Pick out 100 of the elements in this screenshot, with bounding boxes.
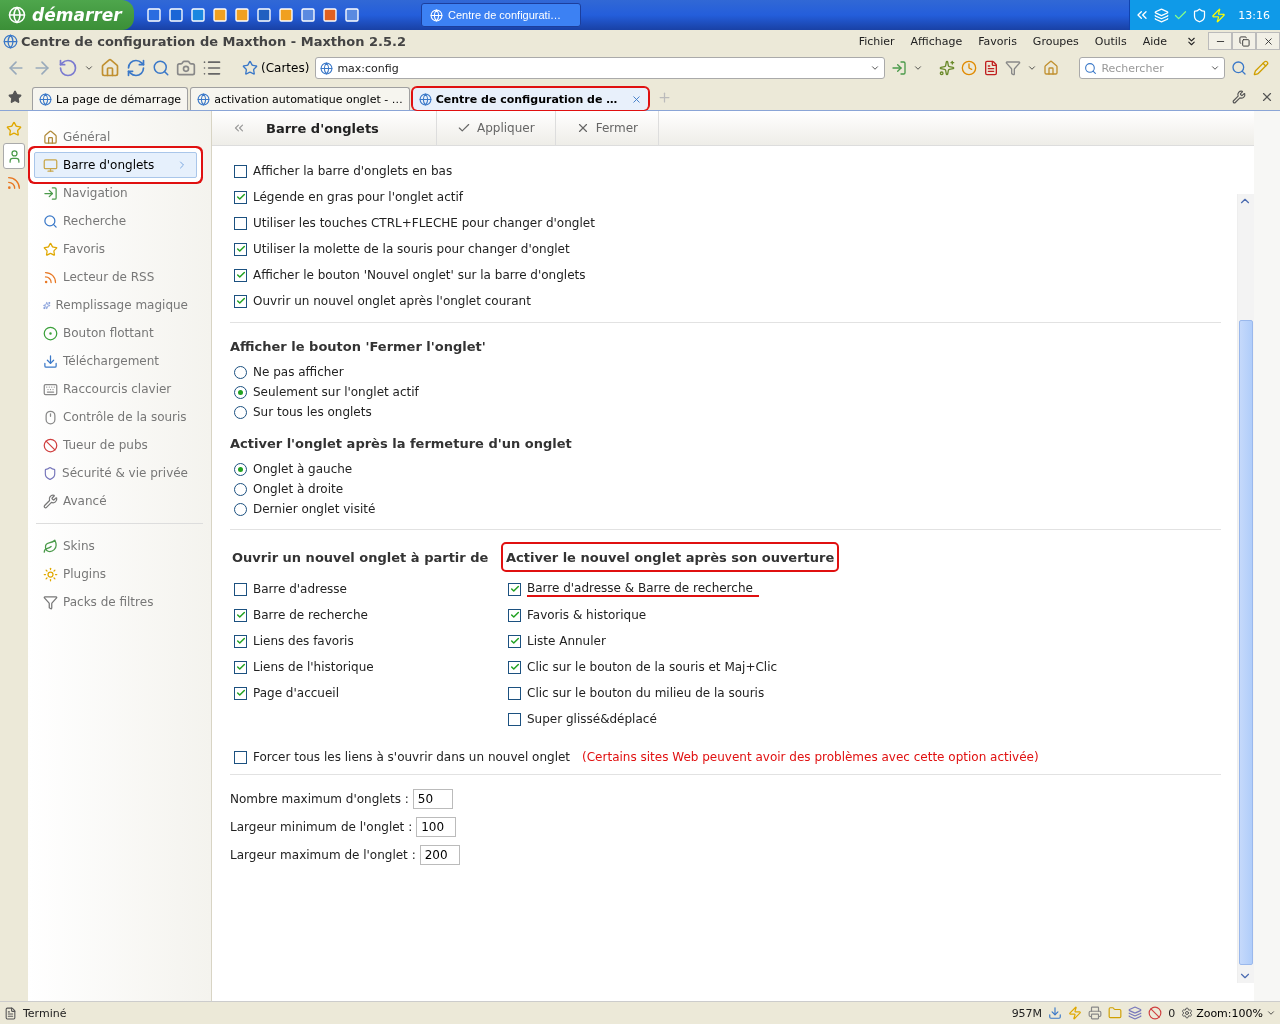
star-icon xyxy=(242,60,258,76)
check-icon xyxy=(235,192,246,202)
cleaner-button[interactable] xyxy=(939,60,956,76)
scrollbar-thumb[interactable] xyxy=(1239,320,1253,965)
page-button[interactable] xyxy=(983,60,1000,76)
checkbox[interactable] xyxy=(234,660,247,674)
list-button[interactable] xyxy=(202,58,222,78)
radio-button[interactable] xyxy=(234,385,247,399)
sidebar-item[interactable]: Packs de filtres xyxy=(34,589,197,615)
checkbox[interactable] xyxy=(508,582,521,596)
checkbox[interactable] xyxy=(234,582,247,596)
radio-button[interactable] xyxy=(234,482,247,496)
number-field[interactable]: 200 xyxy=(419,845,460,865)
skin-icon xyxy=(43,538,58,554)
option-label: Page d'accueil xyxy=(253,686,339,700)
search-field[interactable]: Rechercher xyxy=(1079,57,1226,79)
checkbox[interactable] xyxy=(508,712,521,726)
checkbox[interactable] xyxy=(508,634,521,648)
sidebar-item[interactable]: Sécurité & vie privée xyxy=(34,460,197,486)
radio-button[interactable] xyxy=(234,502,247,516)
checkbox[interactable] xyxy=(508,686,521,700)
option-label: Utiliser la molette de la souris pour changer d'onglet xyxy=(253,242,570,256)
menu-item[interactable]: Groupes xyxy=(1024,34,1087,48)
sidebar-item[interactable]: Téléchargement xyxy=(34,348,197,374)
zoom-button[interactable]: Zoom:100% xyxy=(1181,1006,1276,1020)
search-button[interactable] xyxy=(1231,60,1248,76)
sidebar-item[interactable]: Navigation xyxy=(34,180,197,206)
undo-button[interactable] xyxy=(58,58,78,78)
refresh-button[interactable] xyxy=(126,58,146,78)
user-panel-button[interactable] xyxy=(3,143,25,169)
checkbox[interactable] xyxy=(234,190,247,204)
browser-tab[interactable]: Centre de configuration de … xyxy=(411,87,650,110)
folder-icon xyxy=(1108,1006,1123,1020)
sidebar-item[interactable]: Skins xyxy=(34,533,197,559)
sidebar-item[interactable]: Avancé xyxy=(34,488,197,514)
browser-tab[interactable]: La page de démarrage xyxy=(32,87,189,110)
shield-icon xyxy=(43,465,58,481)
checkbox[interactable] xyxy=(234,164,247,178)
menu-item[interactable]: Outils xyxy=(1086,34,1135,48)
tools-button[interactable] xyxy=(1232,90,1246,104)
checkbox[interactable] xyxy=(234,608,247,622)
radio-button[interactable] xyxy=(234,365,247,379)
sidebar-item[interactable]: Recherche xyxy=(34,208,197,234)
number-field[interactable]: 100 xyxy=(416,817,457,837)
start-button[interactable]: démarrer xyxy=(0,0,134,30)
field-label: Nombre maximum d'onglets : xyxy=(230,792,409,806)
camera-button[interactable] xyxy=(176,58,196,78)
check-icon xyxy=(235,610,246,620)
taskbar-button[interactable]: Centre de configurati… xyxy=(421,3,581,27)
address-field[interactable]: max:config xyxy=(315,57,886,79)
sidebar-item[interactable]: Plugins xyxy=(34,561,197,587)
checkbox[interactable] xyxy=(234,294,247,308)
outer-scrollbar[interactable] xyxy=(1254,111,1280,1001)
sidebar-item[interactable]: Favoris xyxy=(34,236,197,262)
checkbox[interactable] xyxy=(234,216,247,230)
menu-item[interactable]: Favoris xyxy=(970,34,1025,48)
sidebar-item[interactable]: Tueur de pubs xyxy=(34,432,197,458)
section-title: Activer l'onglet après la fermeture d'un onglet xyxy=(230,436,573,451)
sidebar-item[interactable]: Contrôle de la souris xyxy=(34,404,197,430)
menu-item[interactable]: Fichier xyxy=(850,34,903,48)
radio-button[interactable] xyxy=(234,462,247,476)
favorites-star-icon[interactable] xyxy=(8,90,22,104)
browser-tab[interactable]: activation automatique onglet - … xyxy=(190,87,410,110)
panel-title: Barre d'onglets xyxy=(265,120,380,136)
checkbox[interactable] xyxy=(234,686,247,700)
printer-icon xyxy=(1088,1006,1103,1020)
page-icon xyxy=(4,1006,17,1020)
menu-item[interactable]: Affichage xyxy=(902,34,971,48)
close-button[interactable] xyxy=(1256,32,1280,50)
option-label: Clic sur le bouton du milieu de la souris xyxy=(527,686,765,700)
check-icon xyxy=(235,244,246,254)
menu-item[interactable]: Aide xyxy=(1134,34,1175,48)
maps-button[interactable]: (Cartes) xyxy=(242,60,310,76)
clock: 13:16 xyxy=(1238,8,1270,22)
sidebar-item[interactable]: Bouton flottant xyxy=(34,320,197,346)
checkbox[interactable] xyxy=(234,634,247,648)
restore-button[interactable] xyxy=(1232,32,1256,50)
checkbox[interactable] xyxy=(234,242,247,256)
sidebar-item[interactable]: Raccourcis clavier xyxy=(34,376,197,402)
checkbox[interactable] xyxy=(508,608,521,622)
house-icon xyxy=(43,129,58,145)
zoom-button[interactable] xyxy=(152,59,170,77)
checkbox[interactable] xyxy=(234,750,247,764)
field-label: Largeur maximum de l'onglet : xyxy=(230,848,416,862)
sidebar-item[interactable]: Remplissage magique xyxy=(34,292,197,318)
apply-button[interactable]: Appliquer xyxy=(436,111,555,145)
filter-button[interactable] xyxy=(1005,60,1022,76)
number-field[interactable]: 50 xyxy=(412,789,453,809)
sidebar-item[interactable]: Général xyxy=(34,124,197,150)
close-tab-button[interactable] xyxy=(1260,90,1274,104)
memory-usage: 957M xyxy=(1011,1006,1043,1020)
sidebar-item[interactable]: Lecteur de RSS xyxy=(34,264,197,290)
checkbox[interactable] xyxy=(234,268,247,282)
go-button[interactable] xyxy=(891,60,908,76)
check-icon xyxy=(235,636,246,646)
checkbox[interactable] xyxy=(508,660,521,674)
check-icon xyxy=(509,584,520,594)
blocker-icon xyxy=(43,437,58,453)
close-button[interactable]: Fermer xyxy=(554,111,658,145)
radio-button[interactable] xyxy=(234,405,247,419)
